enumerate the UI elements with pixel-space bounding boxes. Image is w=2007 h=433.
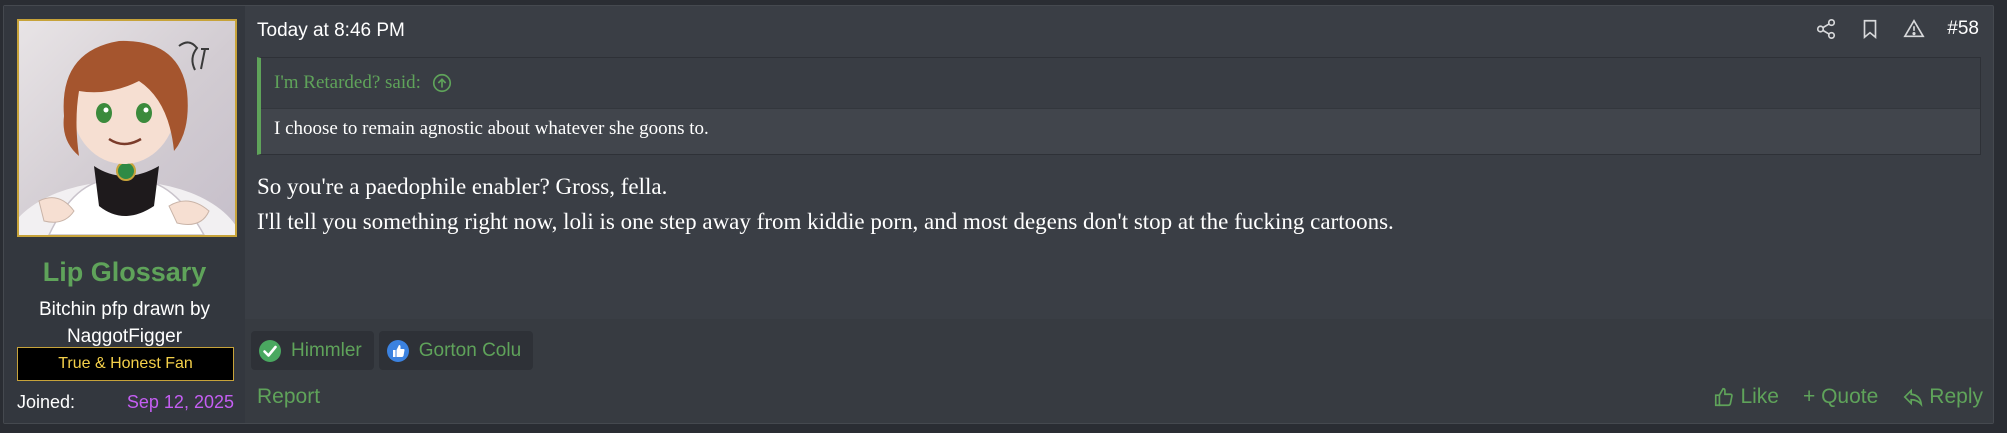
username[interactable]: Lip Glossary xyxy=(4,257,245,288)
avatar[interactable] xyxy=(17,19,237,237)
joined-label: Joined: xyxy=(17,392,76,412)
reaction-list: Himmler Gorton Colu xyxy=(251,331,534,370)
reply-button[interactable]: Reply xyxy=(1902,385,1983,409)
reaction-user[interactable]: Himmler xyxy=(291,340,362,362)
quote-text: I choose to remain agnostic about whatev… xyxy=(274,118,709,139)
quote-button[interactable]: + Quote xyxy=(1803,385,1878,409)
report-link[interactable]: Report xyxy=(257,385,320,409)
reaction-user[interactable]: Gorton Colu xyxy=(419,340,521,362)
arrow-up-circle-icon[interactable] xyxy=(431,72,453,94)
message-line: So you're a paedophile enabler? Gross, f… xyxy=(257,174,668,199)
check-icon xyxy=(258,339,282,363)
avatar-image xyxy=(19,40,235,235)
like-label: Like xyxy=(1740,385,1779,408)
post-main: Today at 8:46 PM #58 I'm Retarded? said:… xyxy=(245,6,1993,423)
reply-label: Reply xyxy=(1929,385,1983,408)
user-custom-title: Bitchin pfp drawn by NaggotFigger xyxy=(38,299,211,347)
quote-label: + Quote xyxy=(1802,385,1879,408)
post-footer: Himmler Gorton Colu Report Like + Quote … xyxy=(245,319,1993,423)
post-message: So you're a paedophile enabler? Gross, f… xyxy=(257,169,1394,239)
quote-header[interactable]: I'm Retarded? said: xyxy=(261,58,1980,109)
warning-icon[interactable] xyxy=(1903,18,1925,40)
quote-author[interactable]: I'm Retarded? said: xyxy=(274,72,421,94)
like-button[interactable]: Like xyxy=(1713,385,1779,409)
reaction-item[interactable]: Himmler xyxy=(251,331,374,370)
share-icon[interactable] xyxy=(1815,18,1837,40)
joined-date: Sep 12, 2025 xyxy=(126,392,234,412)
message-line: I'll tell you something right now, loli … xyxy=(257,209,1394,234)
bookmark-icon[interactable] xyxy=(1859,18,1881,40)
quote-block: I'm Retarded? said: I choose to remain a… xyxy=(257,57,1981,155)
thumbs-up-outline-icon xyxy=(1713,386,1735,408)
user-banner: True & Honest Fan xyxy=(17,347,234,381)
post-number[interactable]: #58 xyxy=(1947,18,1979,40)
post-date[interactable]: Today at 8:46 PM xyxy=(257,20,405,42)
reply-icon xyxy=(1902,386,1924,408)
post-tools: #58 xyxy=(1815,18,1979,40)
post-actions: Like + Quote Reply xyxy=(1713,385,1983,409)
post: Lip Glossary Bitchin pfp drawn by Naggot… xyxy=(3,5,1994,424)
reaction-item[interactable]: Gorton Colu xyxy=(378,331,534,370)
thumbs-up-icon xyxy=(386,339,410,363)
user-cell: Lip Glossary Bitchin pfp drawn by Naggot… xyxy=(4,6,245,423)
